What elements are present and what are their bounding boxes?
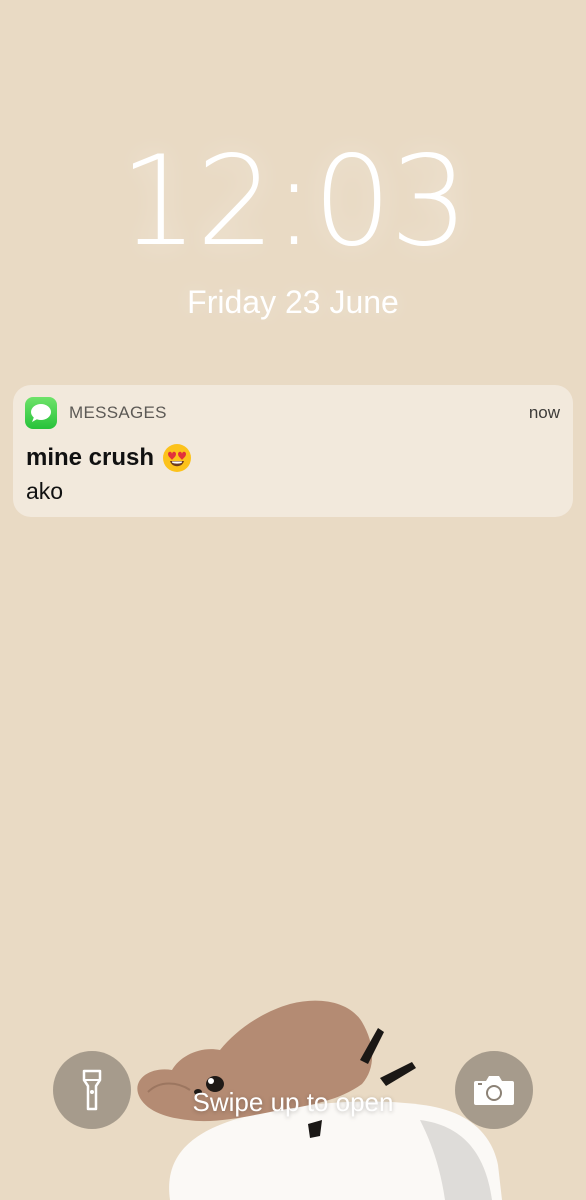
notification-title: mine crush (26, 443, 192, 473)
notification-app-name: MESSAGES (69, 403, 167, 422)
notification-message: ako (26, 478, 64, 504)
camera-icon (474, 1076, 514, 1105)
message-notification[interactable]: MESSAGES now mine crush ako (13, 385, 573, 517)
heart-eyes-emoji-icon (163, 444, 192, 472)
lock-screen-date: Friday 23 June (187, 284, 399, 320)
messages-icon (25, 397, 57, 429)
camera-button[interactable] (455, 1051, 533, 1129)
notification-timestamp: now (528, 403, 560, 422)
notification-sender: mine crush (26, 444, 155, 471)
lock-screen-clock: 12:03 (119, 130, 468, 274)
